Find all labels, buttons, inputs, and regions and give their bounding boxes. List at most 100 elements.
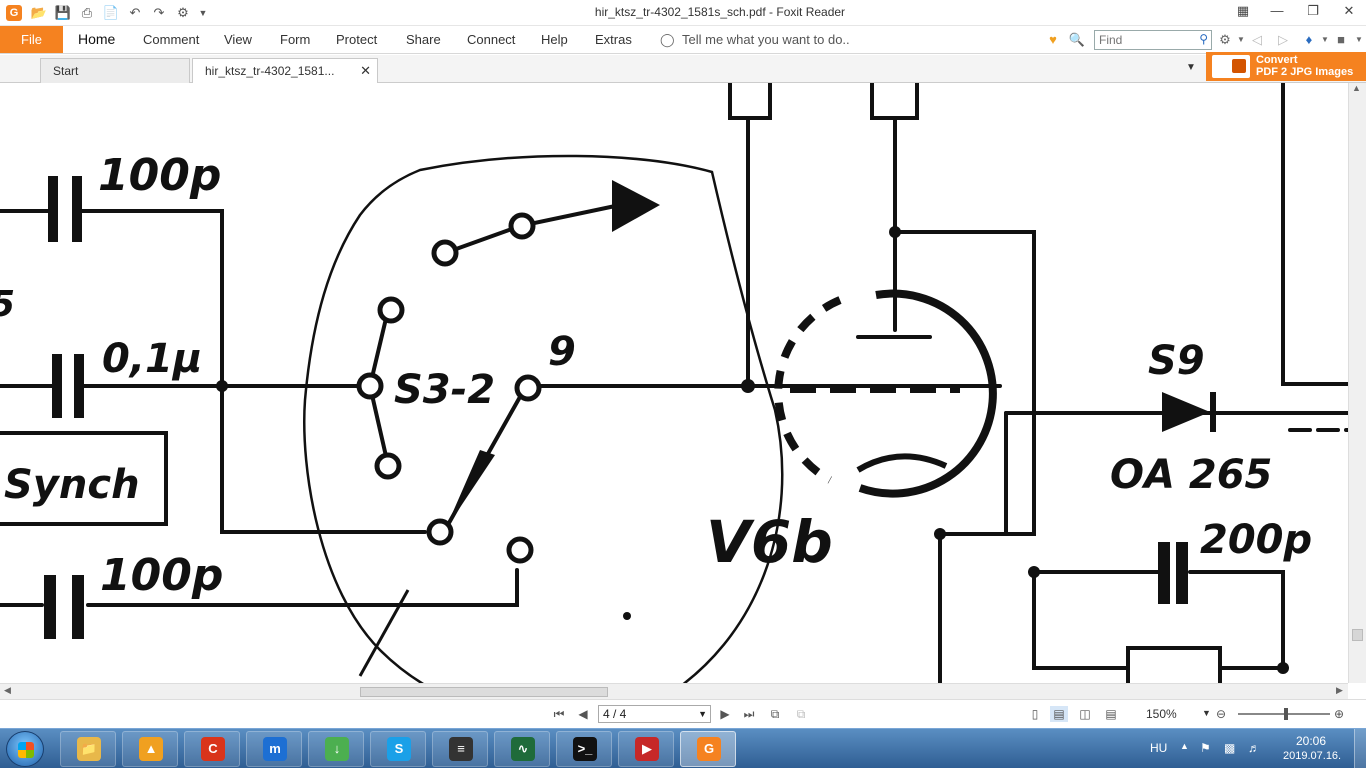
taskbar-app-skype[interactable]: S: [370, 731, 426, 767]
taskbar-app-monitor[interactable]: ∿: [494, 731, 550, 767]
user-icon[interactable]: ■: [1332, 31, 1350, 49]
folder-search-icon[interactable]: 🔍: [1068, 31, 1086, 49]
tab-home[interactable]: Home: [78, 26, 115, 53]
label-pin: 9: [548, 329, 576, 375]
tab-list-dropdown-icon[interactable]: ▼: [1186, 62, 1196, 73]
clock-date[interactable]: 2019.07.16.: [1283, 750, 1341, 762]
horizontal-scrollbar[interactable]: ◀ ▶: [0, 683, 1348, 699]
zoom-dropdown-icon[interactable]: ▼: [1202, 708, 1211, 718]
zoom-out-icon[interactable]: ⊖: [1212, 706, 1230, 722]
volume-icon[interactable]: ♬: [1248, 741, 1260, 755]
zoom-level[interactable]: 150%: [1146, 707, 1177, 721]
back-icon[interactable]: ◁: [1248, 31, 1266, 49]
taskbar-app-foxit[interactable]: G: [680, 731, 736, 767]
tab-start[interactable]: Start: [40, 58, 190, 83]
scroll-up-icon[interactable]: ▲: [1352, 83, 1361, 93]
windows-taskbar: 📁 ▲ Cm ↓ S ≡ ∿ >_ ▶ G HU ▲ ⚑ ▩ ♬ 20:06 2019.07.16…: [0, 728, 1366, 769]
flag-icon[interactable]: ⚑: [1200, 741, 1211, 755]
previous-page-icon[interactable]: ◀: [574, 706, 592, 722]
label-left-edge: 5: [0, 284, 15, 325]
tab-form[interactable]: Form: [280, 26, 310, 53]
tab-comment[interactable]: Comment: [143, 26, 199, 53]
first-page-icon[interactable]: ⏮: [550, 706, 568, 722]
resistor-symbol: [1126, 646, 1222, 683]
vertical-scrollbar[interactable]: ▲: [1348, 83, 1366, 683]
tab-connect[interactable]: Connect: [467, 26, 515, 53]
single-page-icon[interactable]: ▯: [1026, 706, 1044, 722]
find-box[interactable]: ⚲: [1094, 30, 1212, 50]
search-icon[interactable]: ⚲: [1199, 32, 1208, 46]
taskbar-app-maxthon[interactable]: m: [246, 731, 302, 767]
continuous-page-icon[interactable]: ▤: [1050, 706, 1068, 722]
tab-view[interactable]: View: [224, 26, 252, 53]
taskbar-app-aimp[interactable]: ▲: [122, 731, 178, 767]
window-title: hir_ktsz_tr-4302_1581s_sch.pdf - Foxit R…: [594, 5, 846, 19]
tab-extras[interactable]: Extras: [595, 26, 632, 53]
ccleaner-icon: C: [201, 737, 225, 761]
forward-icon[interactable]: ▷: [1274, 31, 1292, 49]
page-number-value: 4 / 4: [603, 707, 627, 721]
tell-me-text: Tell me what you want to do..: [682, 32, 850, 47]
vertical-scroll-thumb[interactable]: [1352, 629, 1363, 641]
ribbon-tabs: File Home Comment View Form Protect Shar…: [0, 26, 1366, 54]
page-number-box[interactable]: 4 / 4 ▼: [598, 705, 711, 723]
tell-me-box[interactable]: ◯ Tell me what you want to do..: [660, 31, 850, 49]
next-page-icon[interactable]: ▶: [716, 706, 734, 722]
maximize-button[interactable]: ❐: [1296, 0, 1330, 24]
taskbar-app-explorer[interactable]: 📁: [60, 731, 116, 767]
language-indicator[interactable]: HU: [1150, 741, 1167, 755]
insert-page-icon[interactable]: ⧉: [766, 706, 784, 722]
tab-start-label: Start: [53, 64, 79, 78]
monitor-icon: ∿: [511, 737, 535, 761]
heart-icon[interactable]: ♥: [1044, 31, 1062, 49]
clock-time[interactable]: 20:06: [1296, 734, 1326, 748]
taskbar-app-uget[interactable]: ↓: [308, 731, 364, 767]
zoom-in-icon[interactable]: ⊕: [1330, 706, 1348, 722]
restore-toolbar-icon[interactable]: ▦: [1226, 0, 1260, 24]
file-tab[interactable]: File: [0, 26, 63, 53]
label-c4: 200p: [1200, 517, 1312, 563]
lightbulb-icon: ◯: [660, 32, 675, 47]
close-tab-icon[interactable]: ✕: [360, 59, 371, 83]
close-button[interactable]: ✕: [1332, 0, 1366, 24]
find-input[interactable]: [1095, 31, 1191, 49]
tab-document[interactable]: hir_ktsz_tr-4302_1581... ✕: [192, 58, 378, 84]
convert-line1: Convert: [1256, 54, 1298, 66]
scroll-left-icon[interactable]: ◀: [4, 685, 11, 696]
cmd-icon: >_: [573, 737, 597, 761]
title-bar: G 📂 💾 ⎙ 📄 ↶ ↷ ⚙ ▼ hir_ktsz_tr-4302_1581s…: [0, 0, 1366, 26]
tab-help[interactable]: Help: [541, 26, 568, 53]
video-icon: ▶: [635, 737, 659, 761]
uget-icon: ↓: [325, 737, 349, 761]
continuous-facing-icon[interactable]: ▤: [1102, 706, 1120, 722]
last-page-icon[interactable]: ⏭: [740, 706, 758, 722]
start-button[interactable]: [6, 731, 44, 767]
convert-pdf-banner[interactable]: Convert PDF 2 JPG Images: [1206, 52, 1366, 81]
label-switch: S3-2: [394, 367, 495, 413]
foxit-icon: G: [697, 737, 721, 761]
extract-page-icon[interactable]: ⧉: [792, 706, 810, 722]
document-tabs: Start hir_ktsz_tr-4302_1581... ✕: [0, 55, 1366, 84]
label-c3: 100p: [100, 550, 223, 601]
facing-page-icon[interactable]: ◫: [1076, 706, 1094, 722]
taskbar-app-ccleaner[interactable]: C: [184, 731, 240, 767]
label-tube: V6b: [706, 508, 833, 576]
page-dropdown-icon[interactable]: ▼: [698, 706, 707, 722]
taskbar-app-video[interactable]: ▶: [618, 731, 674, 767]
taskbar-app-network[interactable]: ≡: [432, 731, 488, 767]
skype-icon: S: [387, 737, 411, 761]
zoom-slider-knob[interactable]: [1284, 708, 1288, 720]
show-desktop-button[interactable]: [1354, 729, 1366, 769]
label-c2: 0,1μ: [102, 336, 202, 382]
tray-expand-icon[interactable]: ▲: [1180, 741, 1189, 751]
tab-protect[interactable]: Protect: [336, 26, 377, 53]
user-dropdown-icon[interactable]: ▼: [1350, 31, 1366, 49]
network-icon[interactable]: ▩: [1224, 741, 1235, 755]
scroll-right-icon[interactable]: ▶: [1336, 685, 1343, 696]
taskbar-app-cmd[interactable]: >_: [556, 731, 612, 767]
label-c1: 100p: [98, 150, 221, 201]
document-view[interactable]: 100p 0,1μ 100p S3-2 9 Synch V6b S9 OA 26…: [0, 83, 1348, 683]
horizontal-scroll-thumb[interactable]: [360, 687, 608, 697]
minimize-button[interactable]: —: [1260, 0, 1294, 24]
tab-share[interactable]: Share: [406, 26, 441, 53]
